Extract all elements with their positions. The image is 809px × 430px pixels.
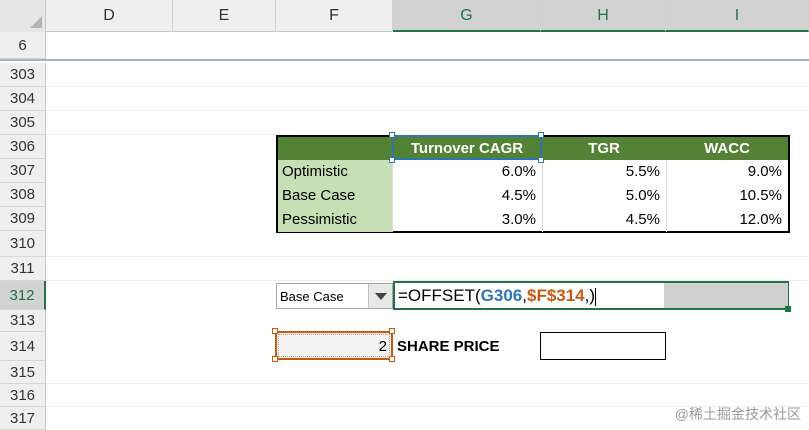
row-header-303[interactable]: 303 (0, 63, 46, 87)
formula-reference-highlight (392, 135, 542, 160)
table-cell[interactable]: 5.0% (542, 184, 666, 208)
formula-text[interactable]: =OFFSET(G306,$F$314,) (398, 283, 597, 308)
text-caret (595, 287, 597, 306)
resize-handle[interactable] (538, 157, 544, 163)
table-header-corner[interactable] (278, 137, 392, 160)
resize-handle[interactable] (389, 356, 395, 362)
column-header-g[interactable]: G (393, 0, 541, 32)
column-header-i[interactable]: I (666, 0, 809, 32)
row-header-304[interactable]: 304 (0, 87, 46, 111)
table-cell[interactable]: 10.5% (666, 184, 788, 208)
freeze-pane-divider (0, 59, 809, 61)
resize-handle[interactable] (538, 132, 544, 138)
scenario-label-pessimistic[interactable]: Pessimistic (278, 208, 392, 232)
formula-suffix: ,) (584, 286, 596, 305)
table-cell[interactable]: 9.0% (666, 160, 788, 184)
chevron-down-icon (375, 293, 387, 300)
column-header-d[interactable]: D (46, 0, 173, 32)
table-cell[interactable]: 4.5% (392, 184, 542, 208)
share-price-output-cell[interactable] (540, 332, 666, 360)
cell-overflow-shade (664, 283, 788, 308)
resize-handle[interactable] (272, 356, 278, 362)
fill-handle[interactable] (785, 306, 791, 312)
gridline (46, 383, 809, 384)
row-header-317[interactable]: 317 (0, 407, 46, 430)
dropdown-selected-value: Base Case (280, 289, 344, 304)
column-header-h[interactable]: H (541, 0, 666, 32)
table-cell[interactable]: 4.5% (542, 208, 666, 232)
formula-prefix: =OFFSET( (398, 286, 481, 305)
gridline (46, 134, 276, 135)
resize-handle[interactable] (389, 132, 395, 138)
formula-ref-g306: G306 (480, 286, 523, 305)
row-header-315[interactable]: 315 (0, 361, 46, 384)
row-header-316[interactable]: 316 (0, 384, 46, 407)
row-header-309[interactable]: 309 (0, 207, 46, 231)
table-cell[interactable]: 6.0% (392, 160, 542, 184)
scenario-label-optimistic[interactable]: Optimistic (278, 160, 392, 184)
resize-handle[interactable] (389, 157, 395, 163)
column-header-f[interactable]: F (276, 0, 393, 32)
resize-handle[interactable] (389, 328, 395, 334)
table-cell[interactable]: 3.0% (392, 208, 542, 232)
scenario-dropdown[interactable]: Base Case (276, 283, 393, 309)
column-header-e[interactable]: E (173, 0, 276, 32)
watermark: @稀土掘金技术社区 (674, 406, 801, 422)
row-header-306[interactable]: 306 (0, 135, 46, 159)
table-header-wacc[interactable]: WACC (666, 137, 788, 160)
row-header-311[interactable]: 311 (0, 257, 46, 281)
gridline (46, 110, 809, 111)
resize-handle[interactable] (272, 328, 278, 334)
dropdown-button[interactable] (368, 284, 392, 308)
table-header-tgr[interactable]: TGR (542, 137, 666, 160)
formula-ref-f314: $F$314 (526, 286, 585, 305)
table-cell[interactable]: 5.5% (542, 160, 666, 184)
row-header-310[interactable]: 310 (0, 231, 46, 257)
scenario-label-base-case[interactable]: Base Case (278, 184, 392, 208)
gridline (46, 256, 809, 257)
linked-cell-dotted-border (278, 334, 390, 357)
select-all-triangle-icon (30, 16, 42, 28)
share-price-label: SHARE PRICE (397, 338, 500, 355)
row-header-312[interactable]: 312 (0, 281, 46, 310)
table-cell[interactable]: 12.0% (666, 208, 788, 232)
row-header-314[interactable]: 314 (0, 332, 46, 361)
row-header-308[interactable]: 308 (0, 183, 46, 207)
gridline (46, 86, 809, 87)
row-header-313[interactable]: 313 (0, 310, 46, 332)
row-header-307[interactable]: 307 (0, 159, 46, 183)
row-header-6[interactable]: 6 (0, 32, 46, 59)
row-header-305[interactable]: 305 (0, 111, 46, 135)
